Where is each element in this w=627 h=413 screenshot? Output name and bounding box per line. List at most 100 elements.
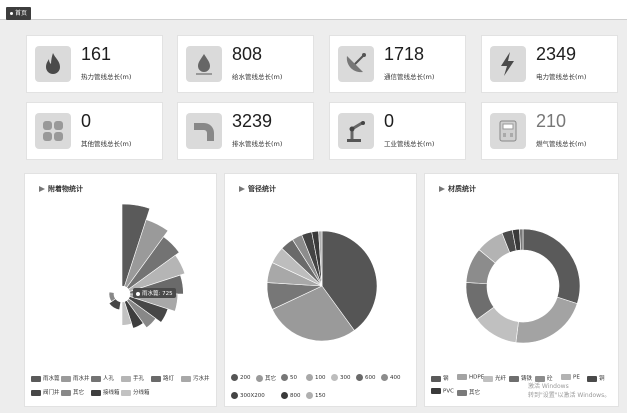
legend-swatch <box>431 375 441 382</box>
legend-item[interactable]: 砼 <box>535 374 553 382</box>
legend-item[interactable]: 接线箱 <box>91 388 120 396</box>
stat-label: 热力管线总长(m) <box>81 73 132 81</box>
legend-item[interactable]: 300 <box>331 374 351 381</box>
legend-label: 光纤 <box>495 376 507 382</box>
legend-item[interactable]: 手孔 <box>121 374 144 382</box>
legend-swatch <box>535 375 545 382</box>
stat-card-drainage: 3239 排水管线总长(m) <box>177 102 314 160</box>
legend-swatch <box>281 374 288 381</box>
legend-item[interactable]: 污水井 <box>181 374 210 382</box>
pie-chart <box>266 230 378 342</box>
legend-swatch <box>457 389 467 396</box>
legend-label: 钢 <box>443 376 449 382</box>
legend-item[interactable]: 分线箱 <box>121 388 150 396</box>
gas-meter-icon <box>490 113 526 149</box>
legend-item[interactable]: 200 <box>231 374 251 381</box>
legend-item[interactable]: 铜 <box>587 374 605 382</box>
stat-card-power: 2349 电力管线总长(m) <box>481 35 618 93</box>
stat-card-industrial: 0 工业管线总长(m) <box>329 102 466 160</box>
stat-label: 排水管线总长(m) <box>232 140 283 148</box>
legend-label: 400 <box>390 375 401 381</box>
grid-icon <box>35 113 71 149</box>
windows-activation-watermark: 激活 Windows 转到"设置"以激活 Windows。 <box>528 383 611 399</box>
legend-item[interactable]: PVC <box>431 388 454 395</box>
stat-card-heat: 161 热力管线总长(m) <box>26 35 163 93</box>
legend-swatch <box>31 389 41 396</box>
legend-item[interactable]: 600 <box>356 374 376 381</box>
legend-swatch <box>181 375 191 382</box>
legend-item[interactable]: 路灯 <box>151 374 174 382</box>
legend-swatch <box>457 374 467 380</box>
stat-card-water-supply: 808 给水管线总长(m) <box>177 35 314 93</box>
legend-item[interactable]: 雨水篦 <box>31 374 60 382</box>
pipe-elbow-icon <box>186 113 222 149</box>
legend-label: 800 <box>290 393 301 399</box>
legend-label: 100 <box>315 375 326 381</box>
stat-label: 通信管线总长(m) <box>384 73 435 81</box>
legend-label: 300 <box>340 375 351 381</box>
legend-label: 接线箱 <box>103 390 120 396</box>
legend-item[interactable]: 400 <box>381 374 401 381</box>
legend-swatch <box>483 375 493 382</box>
donut-chart <box>465 228 581 344</box>
legend-label: 150 <box>315 393 326 399</box>
legend-label: 其它 <box>73 390 85 396</box>
legend-item[interactable]: 雨水井 <box>61 374 90 382</box>
legend-item[interactable]: PE <box>561 374 580 381</box>
pie-slice-1[interactable] <box>515 296 578 344</box>
legend-item[interactable]: 阀门井 <box>31 388 60 396</box>
legend-item[interactable]: HDPE <box>457 374 484 381</box>
legend-item[interactable]: 光纤 <box>483 374 506 382</box>
legend-label: 50 <box>290 375 297 381</box>
stat-label: 给水管线总长(m) <box>232 73 283 81</box>
legend-swatch <box>151 375 161 382</box>
tab-home[interactable]: 首页 <box>6 7 32 20</box>
rose-chart <box>108 203 186 329</box>
stat-label: 电力管线总长(m) <box>536 73 587 81</box>
stat-card-other: 0 其他管线总长(m) <box>26 102 163 160</box>
legend-swatch <box>431 388 441 394</box>
flame-icon <box>35 46 71 82</box>
legend-item[interactable]: 300X200 <box>231 392 265 399</box>
stat-card-telecom: 1718 通信管线总长(m) <box>329 35 466 93</box>
legend-label: 路灯 <box>163 376 175 382</box>
top-bar: 首页 <box>0 0 627 20</box>
legend-swatch <box>231 392 238 399</box>
legend-swatch <box>231 374 238 381</box>
legend-swatch <box>121 375 131 382</box>
stat-value: 0 <box>384 111 395 131</box>
home-dot-icon <box>10 12 13 15</box>
legend-swatch <box>509 375 519 382</box>
legend-label: HDPE <box>469 374 485 381</box>
legend-item[interactable]: 铸铁 <box>509 374 532 382</box>
legend-label: 其它 <box>265 376 277 382</box>
pie-slice-0[interactable] <box>522 228 581 304</box>
legend-item[interactable]: 其它 <box>61 388 84 396</box>
stat-label: 其他管线总长(m) <box>81 140 132 148</box>
legend-swatch <box>561 374 571 380</box>
legend-item[interactable]: 钢 <box>431 374 449 382</box>
panel-diameter: 管径统计 200 其它 50 100 300 600 400 300X200 800 150 <box>224 173 417 407</box>
legend-item[interactable]: 人孔 <box>91 374 114 382</box>
legend-item[interactable]: 50 <box>281 374 297 381</box>
legend-swatch <box>331 374 338 381</box>
legend-item[interactable]: 800 <box>281 392 301 399</box>
legend-label: PE <box>573 374 580 381</box>
legend-item[interactable]: 100 <box>306 374 326 381</box>
legend-item[interactable]: 150 <box>306 392 326 399</box>
stat-value: 0 <box>81 111 92 131</box>
legend-swatch <box>31 375 41 382</box>
stat-card-gas: 210 燃气管线总长(m) <box>481 102 618 160</box>
stat-value: 1718 <box>384 44 425 64</box>
legend-item[interactable]: 其它 <box>256 374 276 382</box>
legend-label: 人孔 <box>103 376 115 382</box>
tab-label: 首页 <box>15 10 28 17</box>
legend-swatch <box>356 374 363 381</box>
legend-swatch <box>306 392 313 399</box>
legend-item[interactable]: 其它 <box>457 388 480 396</box>
legend-label: 600 <box>365 375 376 381</box>
legend-label: 阀门井 <box>43 390 60 396</box>
legend-label: 分线箱 <box>133 390 150 396</box>
legend-swatch <box>381 374 388 381</box>
stat-value: 210 <box>536 111 567 131</box>
